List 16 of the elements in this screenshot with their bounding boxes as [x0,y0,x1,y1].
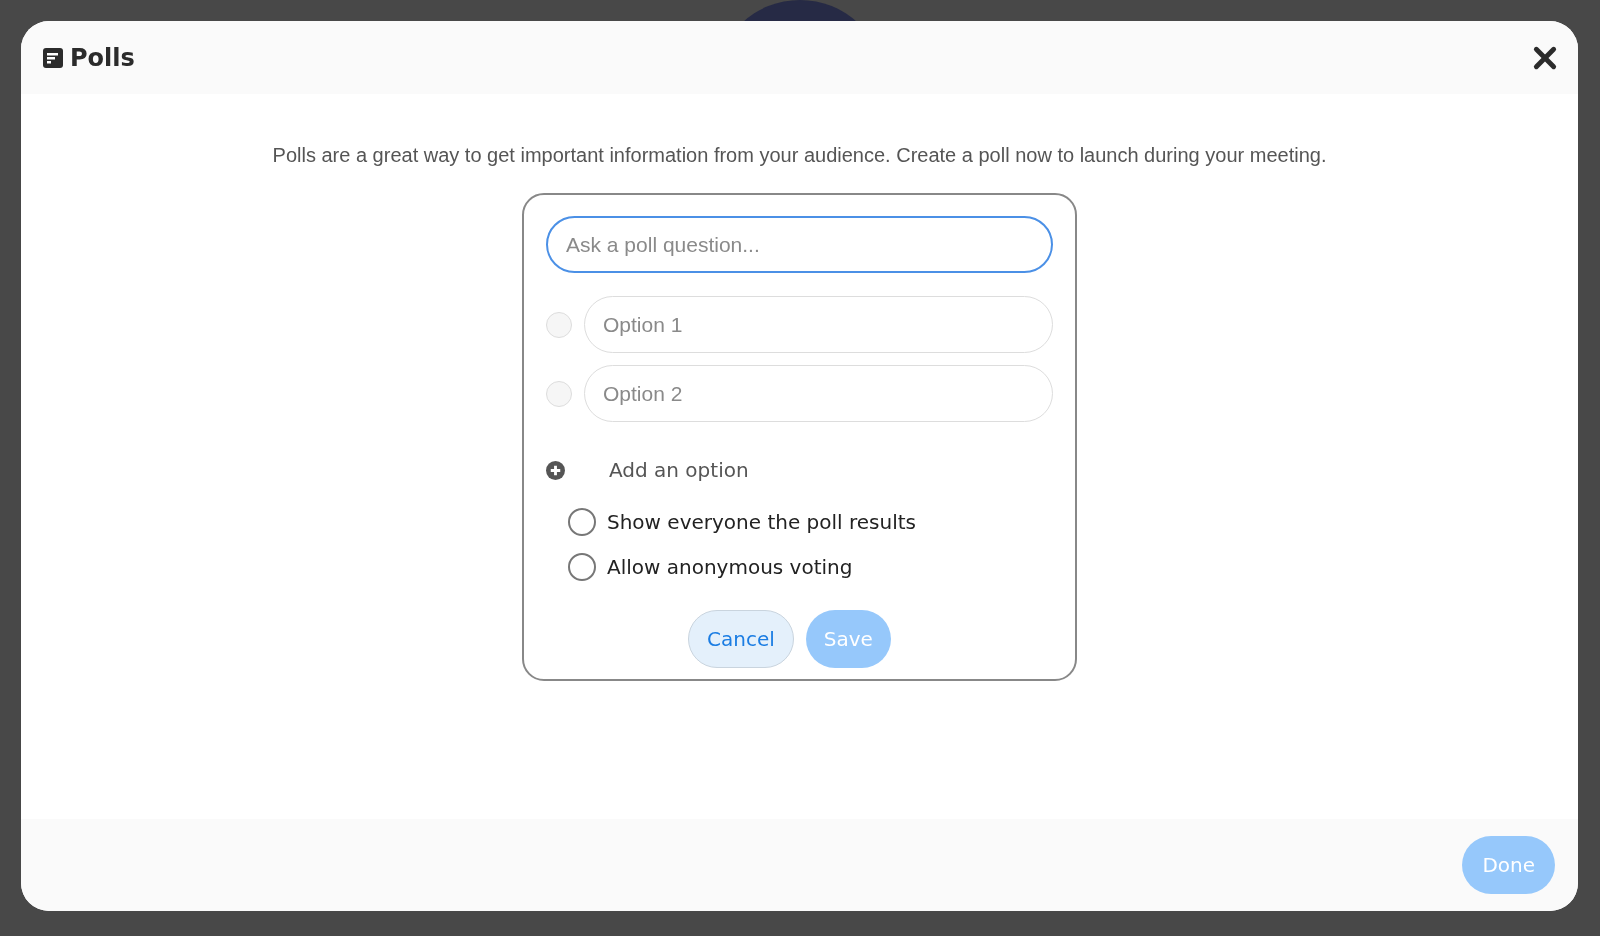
question-field[interactable]: Ask a poll question... [546,216,1053,273]
option-field[interactable]: Option 2 [584,365,1053,422]
close-icon[interactable] [1532,44,1558,71]
add-icon[interactable] [546,460,565,480]
intro-text: Polls are a great way to get important information from your audience. Create a poll now to launch during your meeting. [272,144,1327,167]
setting-label: Show everyone the poll results [607,510,916,534]
setting-label: Allow anonymous voting [607,555,853,579]
option-field[interactable]: Option 1 [584,296,1053,353]
setting-radio[interactable] [568,553,596,581]
cancel-button[interactable]: Cancel [688,610,794,668]
option-radio[interactable] [546,380,572,407]
option-radio[interactable] [546,311,572,338]
dialog-title: Polls [70,43,136,72]
add-option-link[interactable]: Add an option [609,458,749,482]
poll-icon [43,47,63,68]
setting-radio[interactable] [568,508,596,536]
